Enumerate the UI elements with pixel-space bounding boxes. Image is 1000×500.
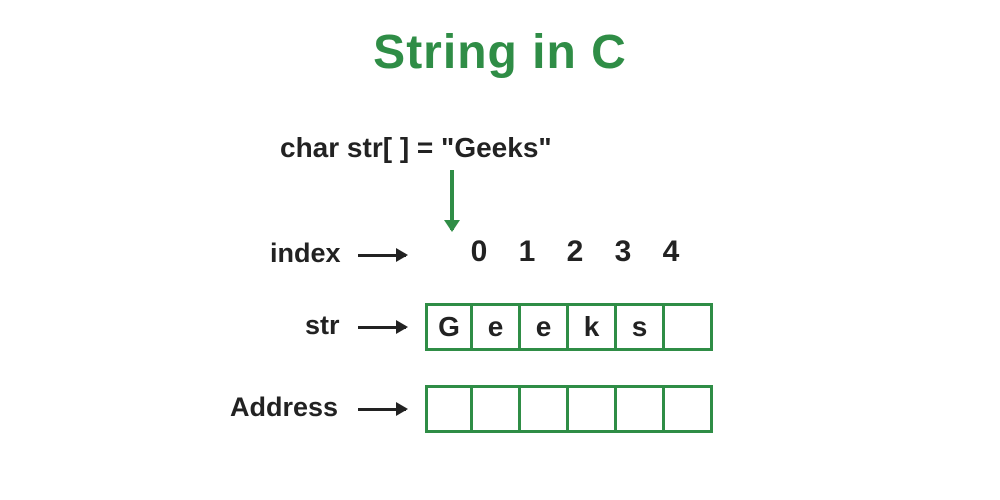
str-cell: s [617,303,665,351]
address-cells-row [425,385,713,433]
index-0: 0 [455,235,503,269]
address-cell [425,385,473,433]
index-2: 2 [551,235,599,269]
address-label: Address [230,392,338,423]
arrow-right-icon [358,254,406,257]
index-4: 4 [647,235,695,269]
page-title: String in C [0,0,1000,80]
str-cell: e [521,303,569,351]
arrow-right-icon [358,408,406,411]
str-label: str [305,310,340,341]
declaration-text: char str[ ] = "Geeks" [280,132,552,164]
index-3: 3 [599,235,647,269]
address-cell [521,385,569,433]
str-cell: e [473,303,521,351]
arrow-right-icon [358,326,406,329]
arrow-down-icon [450,170,454,230]
address-cell [617,385,665,433]
str-cells-row: G e e k s [425,303,713,351]
address-cell [569,385,617,433]
str-cell: k [569,303,617,351]
address-cell [665,385,713,433]
index-label: index [270,238,341,269]
index-row: 0 1 2 3 4 [455,235,695,269]
str-cell [665,303,713,351]
str-cell: G [425,303,473,351]
index-1: 1 [503,235,551,269]
address-cell [473,385,521,433]
